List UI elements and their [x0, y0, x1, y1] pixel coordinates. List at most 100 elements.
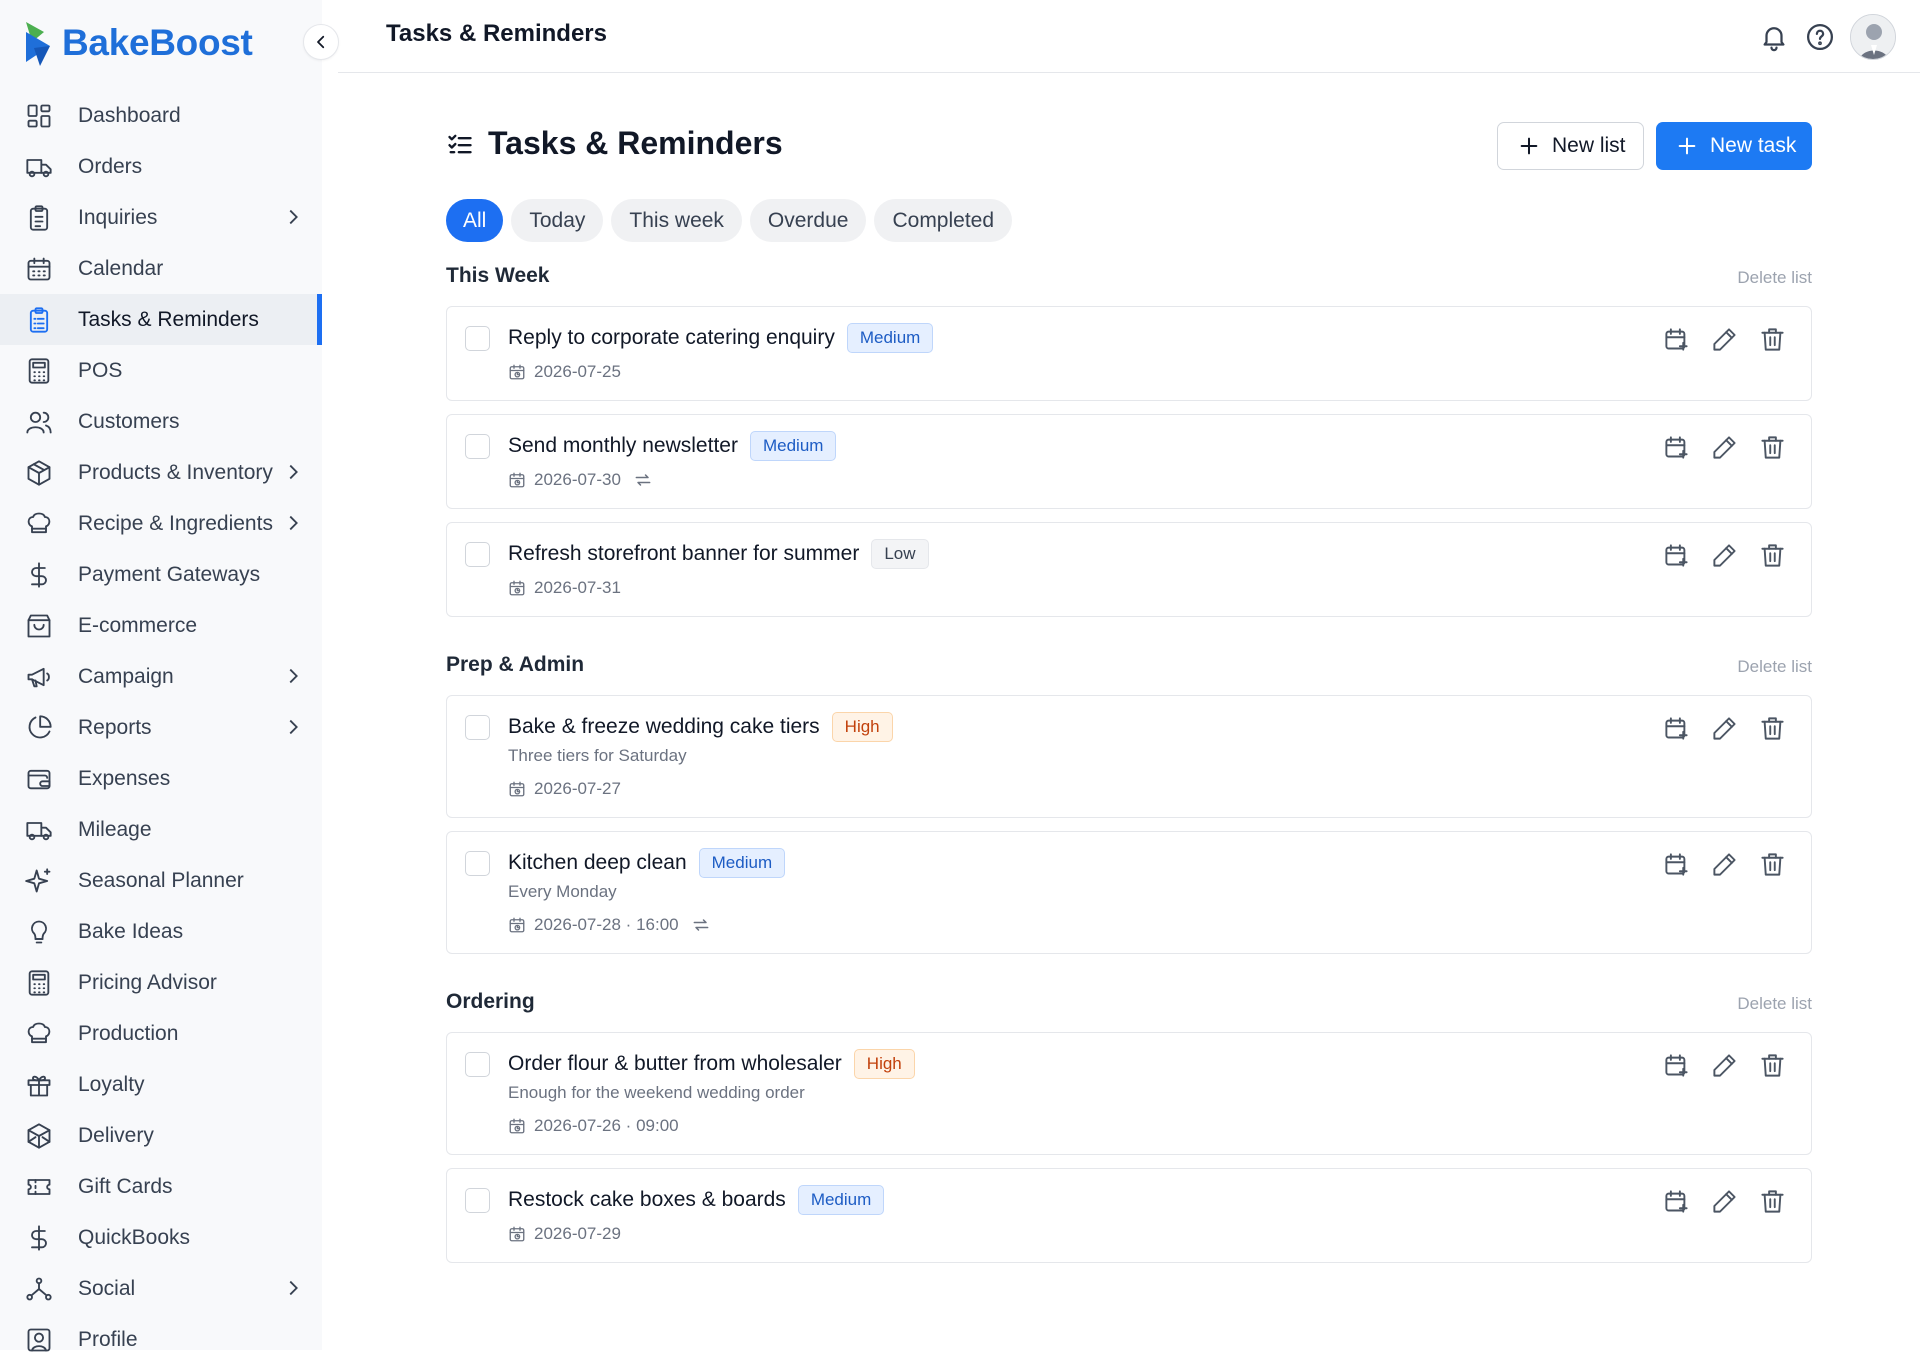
task-checkbox[interactable]: [465, 434, 490, 459]
sidebar-item-production[interactable]: Production: [0, 1008, 322, 1059]
checklist-icon: [448, 134, 472, 153]
priority-badge: Medium: [698, 848, 786, 878]
priority-badge: Medium: [749, 431, 837, 461]
edit-button[interactable]: [1711, 1188, 1738, 1215]
task-actions: [1663, 715, 1786, 742]
sidebar-item-reports[interactable]: Reports: [0, 702, 322, 753]
sidebar-item-gift-cards[interactable]: Gift Cards: [0, 1161, 322, 1212]
edit-button[interactable]: [1711, 542, 1738, 569]
task-checkbox[interactable]: [465, 542, 490, 567]
sidebar-item-mileage[interactable]: Mileage: [0, 804, 322, 855]
calculator-icon: [24, 356, 54, 386]
new-task-button[interactable]: New task: [1656, 122, 1812, 170]
sidebar-item-quickbooks[interactable]: QuickBooks: [0, 1212, 322, 1263]
notifications-button[interactable]: [1758, 21, 1790, 53]
delete-button[interactable]: [1759, 326, 1786, 353]
sidebar-item-label: Production: [78, 1021, 179, 1045]
tab-all[interactable]: All: [446, 199, 504, 242]
sidebar-item-campaign[interactable]: Campaign: [0, 651, 322, 702]
page-header: Tasks & Reminders New list New task: [446, 73, 1812, 199]
task-checkbox[interactable]: [465, 1188, 490, 1213]
calendar-clock-icon: [509, 472, 525, 488]
brand[interactable]: BakeBoost: [22, 16, 253, 70]
task-title: Order flour & butter from wholesaler: [508, 1052, 842, 1075]
task-actions: [1663, 1052, 1786, 1079]
task-list: Ordering Delete list Order flour & butter …: [446, 990, 1812, 1263]
sidebar-item-expenses[interactable]: Expenses: [0, 753, 322, 804]
sidebar-item-dashboard[interactable]: Dashboard: [0, 90, 322, 141]
task-card: Restock cake boxes & boards Medium 2026-07…: [446, 1168, 1812, 1263]
sidebar-item-label: POS: [78, 358, 123, 382]
delete-button[interactable]: [1759, 1052, 1786, 1079]
schedule-button[interactable]: [1663, 851, 1690, 878]
delete-button[interactable]: [1759, 715, 1786, 742]
schedule-button[interactable]: [1663, 715, 1690, 742]
task-checkbox[interactable]: [465, 851, 490, 876]
calendar-plus-icon: [1665, 1190, 1688, 1213]
pencil-icon: [1713, 853, 1736, 876]
shopping-bag-icon: [24, 611, 54, 641]
schedule-button[interactable]: [1663, 542, 1690, 569]
sidebar-item-social[interactable]: Social: [0, 1263, 322, 1314]
sidebar-item-calendar[interactable]: Calendar: [0, 243, 322, 294]
task-note: Enough for the weekend wedding order: [508, 1083, 805, 1102]
sidebar-item-recipe-and-ingredients[interactable]: Recipe & Ingredients: [0, 498, 322, 549]
edit-button[interactable]: [1711, 851, 1738, 878]
task-due-date: 2026-07-26 · 09:00: [534, 1116, 679, 1135]
sidebar-item-e-commerce[interactable]: E-commerce: [0, 600, 322, 651]
delete-list-button[interactable]: Delete list: [1737, 994, 1812, 1014]
task-checkbox[interactable]: [465, 715, 490, 740]
sidebar-item-label: QuickBooks: [78, 1225, 191, 1249]
help-button[interactable]: [1804, 21, 1836, 53]
chevron-right-icon: [282, 665, 304, 687]
sidebar-item-customers[interactable]: Customers: [0, 396, 322, 447]
sidebar-item-label: Customers: [78, 409, 180, 433]
task-checkbox[interactable]: [465, 326, 490, 351]
schedule-button[interactable]: [1663, 434, 1690, 461]
sidebar-item-seasonal-planner[interactable]: Seasonal Planner: [0, 855, 322, 906]
sidebar-item-pos[interactable]: POS: [0, 345, 322, 396]
schedule-button[interactable]: [1663, 326, 1690, 353]
task-list-header: Prep & Admin Delete list: [446, 653, 1812, 683]
edit-button[interactable]: [1711, 715, 1738, 742]
task-actions: [1663, 851, 1786, 878]
tab-overdue[interactable]: Overdue: [749, 199, 867, 242]
trash-icon: [1761, 328, 1784, 351]
sidebar-item-payment-gateways[interactable]: Payment Gateways: [0, 549, 322, 600]
sidebar-item-profile[interactable]: Profile: [0, 1314, 322, 1365]
schedule-button[interactable]: [1663, 1052, 1690, 1079]
sidebar-item-tasks-and-reminders[interactable]: Tasks & Reminders: [0, 294, 322, 345]
task-list: This Week Delete list Reply to corporate c…: [446, 264, 1812, 617]
delete-list-button[interactable]: Delete list: [1737, 657, 1812, 677]
tab-this-week[interactable]: This week: [611, 199, 742, 242]
sidebar-item-orders[interactable]: Orders: [0, 141, 322, 192]
edit-button[interactable]: [1711, 434, 1738, 461]
sidebar-item-bake-ideas[interactable]: Bake Ideas: [0, 906, 322, 957]
edit-button[interactable]: [1711, 326, 1738, 353]
schedule-button[interactable]: [1663, 1188, 1690, 1215]
sidebar-item-pricing-advisor[interactable]: Pricing Advisor: [0, 957, 322, 1008]
delete-button[interactable]: [1759, 1188, 1786, 1215]
delete-button[interactable]: [1759, 851, 1786, 878]
avatar[interactable]: [1850, 14, 1896, 60]
sidebar-item-delivery[interactable]: Delivery: [0, 1110, 322, 1161]
plus-icon: [1520, 137, 1538, 155]
sidebar-item-products-and-inventory[interactable]: Products & Inventory: [0, 447, 322, 498]
calendar-plus-icon: [1665, 853, 1688, 876]
new-list-label: New list: [1552, 134, 1626, 157]
edit-button[interactable]: [1711, 1052, 1738, 1079]
sidebar-item-loyalty[interactable]: Loyalty: [0, 1059, 322, 1110]
task-due-date: 2026-07-25: [534, 362, 621, 381]
collapse-sidebar-button[interactable]: [303, 24, 339, 60]
task-checkbox[interactable]: [465, 1052, 490, 1077]
new-list-button[interactable]: New list: [1497, 122, 1644, 170]
delete-list-button[interactable]: Delete list: [1737, 268, 1812, 288]
sidebar-item-inquiries[interactable]: Inquiries: [0, 192, 322, 243]
task-title: Reply to corporate catering enquiry: [508, 326, 835, 349]
tab-completed[interactable]: Completed: [874, 199, 1013, 242]
tab-today[interactable]: Today: [511, 199, 604, 242]
delete-button[interactable]: [1759, 434, 1786, 461]
sidebar-item-label: Orders: [78, 154, 143, 178]
help-icon: [1807, 24, 1833, 50]
delete-button[interactable]: [1759, 542, 1786, 569]
